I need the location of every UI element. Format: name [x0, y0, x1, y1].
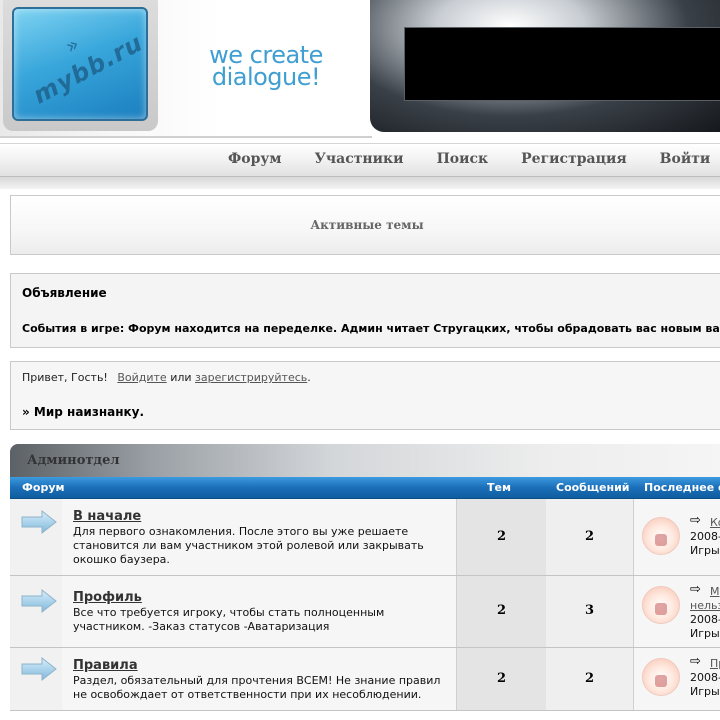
- forum-arrow-icon: [21, 588, 57, 614]
- forum-name-link[interactable]: В начале: [73, 509, 141, 524]
- announcement-text: События в игре: Форум находится на перед…: [22, 322, 720, 335]
- last-post-link-continued[interactable]: нельз: [690, 599, 720, 612]
- last-post-date: 2008-: [690, 613, 720, 626]
- guest-greeting: Привет, Гость!: [22, 371, 108, 384]
- last-post-arrow-icon[interactable]: ⇨: [690, 513, 701, 528]
- last-post-user: Игры: [690, 685, 720, 698]
- announcement-title: Объявление: [22, 286, 107, 300]
- forum-row: Правила Раздел, обязательный для прочтен…: [10, 648, 720, 711]
- col-forum: Форум: [22, 481, 65, 494]
- forum-name-link[interactable]: Правила: [73, 658, 138, 673]
- header-left-panel: » mybb.ru we create dialogue!: [0, 0, 372, 138]
- last-post-date: 2008-: [690, 530, 720, 543]
- last-post-link[interactable]: Пр: [710, 657, 720, 670]
- category-header: Админотдел: [10, 444, 720, 477]
- world-title: » Мир наизнанку.: [22, 405, 145, 419]
- col-topics: Тем: [487, 481, 511, 494]
- last-post-user: Игры: [690, 544, 720, 557]
- col-posts: Сообщений: [556, 481, 630, 494]
- forum-posts-count: 2: [584, 671, 595, 686]
- nav-search[interactable]: Поиск: [437, 151, 489, 167]
- nav-divider: [0, 177, 720, 189]
- header-banner-screen: [404, 27, 720, 101]
- forum-table-header: Форум Тем Сообщений Последнее с: [10, 477, 720, 500]
- forum-row: Профиль Все что требуется игроку, чтобы …: [10, 576, 720, 648]
- logo-chevrons-icon: »: [61, 31, 84, 59]
- nav-forum[interactable]: Форум: [228, 151, 282, 167]
- logo-text: mybb.ru: [28, 28, 148, 110]
- active-topics-box: Активные темы: [10, 195, 720, 255]
- forum-description: Для первого ознакомления. После этого вы…: [73, 525, 424, 566]
- forum-description: Раздел, обязательный для прочтения ВСЕМ!…: [73, 674, 441, 701]
- last-post-link[interactable]: М: [710, 585, 720, 598]
- active-topics-link[interactable]: Активные темы: [11, 218, 720, 232]
- register-link[interactable]: зарегистрируйтесь: [195, 371, 307, 384]
- forum-topics-count: 2: [496, 529, 507, 544]
- forum-name-link[interactable]: Профиль: [73, 590, 142, 605]
- category-title[interactable]: Админотдел: [27, 453, 120, 468]
- nav-members[interactable]: Участники: [315, 151, 404, 167]
- last-post-arrow-icon[interactable]: ⇨: [690, 654, 701, 669]
- forum-topics-count: 2: [496, 603, 507, 618]
- forum-arrow-icon: [21, 509, 57, 535]
- user-avatar-icon[interactable]: [642, 586, 680, 624]
- forum-description: Все что требуется игроку, чтобы стать по…: [73, 606, 385, 633]
- last-post-arrow-icon[interactable]: ⇨: [690, 582, 701, 597]
- last-post-link[interactable]: Ко: [710, 516, 720, 529]
- tagline-line-2: dialogue!: [211, 63, 321, 91]
- nav-login[interactable]: Войти: [660, 151, 711, 167]
- col-last-post: Последнее с: [644, 481, 720, 494]
- site-header: » mybb.ru we create dialogue!: [0, 0, 720, 140]
- forum-arrow-icon: [21, 656, 57, 682]
- welcome-period: .: [307, 371, 311, 384]
- forum-row: В начале Для первого ознакомления. После…: [10, 499, 720, 576]
- or-text: или: [170, 371, 192, 384]
- welcome-line: Привет, Гость! Войдите или зарегистрируй…: [22, 371, 311, 384]
- tagline: we create dialogue!: [196, 43, 336, 91]
- welcome-box: Привет, Гость! Войдите или зарегистрируй…: [10, 361, 720, 430]
- forum-posts-count: 3: [584, 603, 595, 618]
- last-post-date: 2008-: [690, 671, 720, 684]
- main-navigation: Форум Участники Поиск Регистрация Войти: [0, 143, 720, 178]
- nav-register[interactable]: Регистрация: [521, 151, 627, 167]
- site-logo[interactable]: » mybb.ru: [12, 7, 148, 121]
- forum-topics-count: 2: [496, 671, 507, 686]
- forum-posts-count: 2: [584, 529, 595, 544]
- announcement-box: Объявление События в игре: Форум находит…: [10, 273, 720, 348]
- user-avatar-icon[interactable]: [642, 517, 680, 555]
- last-post-user: Игры: [690, 627, 720, 640]
- user-avatar-icon[interactable]: [642, 658, 680, 696]
- login-link[interactable]: Войдите: [117, 371, 166, 384]
